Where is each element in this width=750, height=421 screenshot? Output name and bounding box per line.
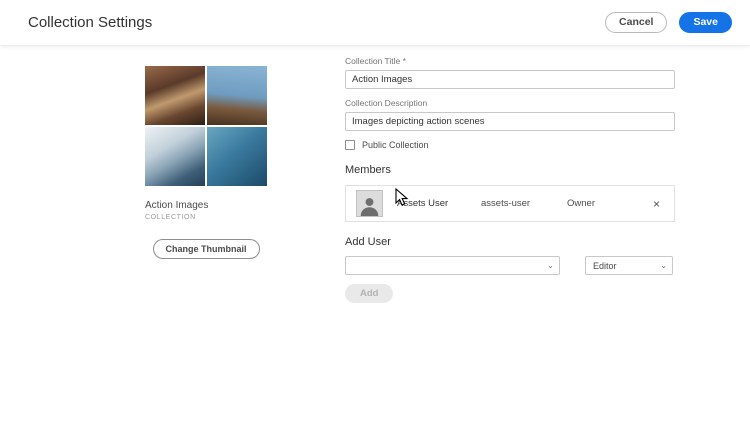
add-user-combobox[interactable]: ⌄ bbox=[345, 256, 560, 275]
collection-thumbnail bbox=[145, 66, 267, 186]
page-title: Collection Settings bbox=[28, 14, 153, 31]
save-button[interactable]: Save bbox=[679, 12, 732, 33]
thumbnail-photo-snow bbox=[145, 127, 205, 186]
collection-name: Action Images bbox=[145, 200, 209, 211]
thumbnail-photo-wave bbox=[207, 127, 267, 186]
collection-settings-form: Collection Title * Collection Descriptio… bbox=[345, 56, 675, 303]
change-thumbnail-button[interactable]: Change Thumbnail bbox=[152, 239, 260, 259]
chevron-down-icon[interactable]: ⌄ bbox=[542, 261, 559, 270]
public-collection-checkbox[interactable] bbox=[345, 140, 355, 150]
remove-member-icon[interactable]: × bbox=[649, 196, 664, 212]
add-user-heading: Add User bbox=[345, 236, 391, 248]
collection-title-input[interactable] bbox=[345, 70, 675, 89]
members-heading: Members bbox=[345, 164, 391, 176]
thumbnail-photo-hiking bbox=[145, 66, 205, 125]
member-name: Assets User bbox=[397, 198, 449, 209]
add-user-input[interactable] bbox=[346, 257, 543, 274]
role-select-value: Editor bbox=[593, 260, 617, 271]
thumbnail-photo-climbing bbox=[207, 66, 267, 125]
collection-description-label: Collection Description bbox=[345, 98, 428, 108]
add-user-button[interactable]: Add bbox=[345, 284, 394, 303]
member-row: Assets User assets-user Owner × bbox=[345, 185, 675, 222]
collection-title-label: Collection Title * bbox=[345, 56, 406, 66]
header-actions: Cancel Save bbox=[605, 12, 732, 33]
role-select[interactable]: Editor ⌄ bbox=[585, 256, 673, 275]
public-collection-label: Public Collection bbox=[362, 140, 429, 150]
cancel-button[interactable]: Cancel bbox=[605, 12, 668, 33]
collection-description-input[interactable] bbox=[345, 112, 675, 131]
collection-type-label: COLLECTION bbox=[145, 214, 196, 221]
header-bar: Collection Settings Cancel Save bbox=[0, 0, 750, 46]
member-role: Owner bbox=[567, 198, 595, 209]
user-avatar-icon bbox=[356, 190, 383, 217]
collection-thumbnail-panel: Action Images COLLECTION Change Thumbnai… bbox=[145, 66, 267, 259]
chevron-down-icon: ⌄ bbox=[660, 261, 667, 270]
member-username: assets-user bbox=[481, 198, 531, 209]
